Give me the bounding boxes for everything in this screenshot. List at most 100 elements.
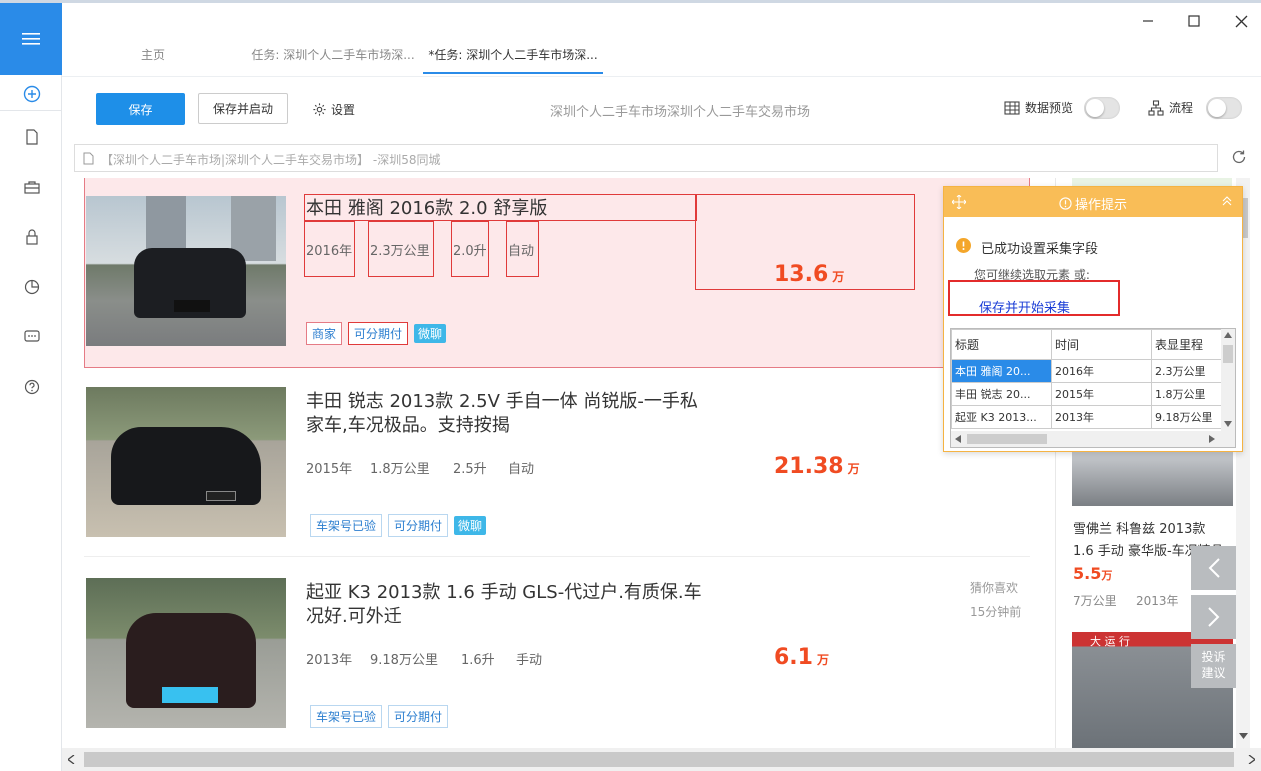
tab-home[interactable]: 主页: [120, 40, 186, 74]
shop-sign-text: 大 运 行: [1090, 635, 1130, 648]
preview-vertical-scrollbar[interactable]: [1221, 329, 1235, 431]
sidebar-item-lock[interactable]: [16, 221, 48, 253]
column-header[interactable]: 表显里程: [1151, 329, 1232, 360]
price-value: 13.6: [774, 262, 829, 287]
listing-price: 6.1 万: [774, 645, 829, 670]
plus-circle-icon: [23, 85, 41, 103]
maximize-icon: [1188, 15, 1200, 27]
listing-title-line2[interactable]: 况好.可外迁: [306, 603, 402, 631]
preview-cell[interactable]: 1.8万公里: [1151, 382, 1232, 406]
tag-installment[interactable]: 可分期付: [348, 322, 409, 345]
complaint-line1: 投诉: [1201, 650, 1226, 664]
new-task-button[interactable]: [16, 78, 48, 110]
close-button[interactable]: [1226, 8, 1256, 34]
license-plate-shape: [206, 491, 236, 501]
lock-icon: [26, 229, 38, 245]
save-button[interactable]: 保存: [96, 93, 185, 125]
collapse-chevron-icon[interactable]: [1222, 196, 1232, 206]
listing-mileage: 9.18万公里: [370, 653, 438, 668]
page-horizontal-scrollbar[interactable]: [62, 748, 1261, 771]
tag-vin-verified[interactable]: 车架号已验: [310, 705, 383, 728]
listing-title[interactable]: 本田 雅阁 2016款 2.0 舒享版: [306, 195, 547, 223]
scroll-down-arrow-icon[interactable]: [1239, 732, 1248, 740]
scroll-right-arrow-icon[interactable]: [1209, 435, 1215, 443]
car-photo-chevrolet[interactable]: [1072, 452, 1233, 506]
refresh-button[interactable]: [1230, 148, 1250, 168]
car-photo-honda[interactable]: [86, 196, 286, 346]
scroll-left-arrow-icon[interactable]: [955, 435, 961, 443]
menu-button[interactable]: [0, 3, 62, 75]
save-and-start-collect-link[interactable]: 保存并开始采集: [979, 297, 1070, 316]
next-arrow-button[interactable]: [1191, 595, 1236, 639]
sidebar-item-briefcase[interactable]: [16, 171, 48, 203]
tab-task-1[interactable]: 任务: 深圳个人二手车市场深...: [248, 40, 418, 74]
preview-cell[interactable]: 9.18万公里: [1151, 405, 1232, 429]
preview-row[interactable]: 本田 雅阁 20... 2016年 2.3万公里: [951, 359, 1232, 383]
listing-tags: 商家 可分期付 微聊: [306, 322, 447, 345]
listing-transmission: 手动: [516, 653, 543, 668]
minimize-button[interactable]: [1133, 8, 1163, 34]
flow-toggle[interactable]: [1206, 97, 1242, 119]
car-photo-kia[interactable]: [86, 578, 286, 728]
data-preview-toggle[interactable]: [1084, 97, 1120, 119]
tab-task-2-active[interactable]: *任务: 深圳个人二手车市场深...: [423, 40, 603, 74]
listing-title-line2[interactable]: 家车,车况极品。支持按揭: [306, 412, 510, 440]
preview-cell[interactable]: 丰田 锐志 20...: [951, 382, 1052, 406]
preview-horizontal-scrollbar[interactable]: [951, 431, 1235, 447]
scroll-up-arrow-icon[interactable]: [1224, 332, 1232, 338]
car-photo-toyota[interactable]: [86, 387, 286, 537]
wechat-chat-button[interactable]: 微聊: [454, 516, 487, 535]
column-header[interactable]: 标题: [951, 329, 1052, 360]
right-card-title-line1[interactable]: 雪佛兰 科鲁兹 2013款: [1073, 518, 1233, 537]
price-value: 21.38: [774, 454, 844, 479]
guess-you-like-label[interactable]: 猜你喜欢: [970, 579, 1018, 596]
tag-vin-verified[interactable]: 车架号已验: [310, 514, 383, 537]
preview-row[interactable]: 起亚 K3 2013... 2013年 9.18万公里: [951, 405, 1232, 429]
preview-cell[interactable]: 2.3万公里: [1151, 359, 1232, 383]
flowchart-icon: [1148, 99, 1164, 116]
tag-installment[interactable]: 可分期付: [388, 705, 449, 728]
prev-arrow-button[interactable]: [1191, 546, 1236, 590]
license-plate-shape: [162, 687, 218, 703]
hint-title-group: 操作提示: [944, 194, 1242, 213]
tag-merchant[interactable]: 商家: [306, 322, 343, 345]
wechat-chat-button[interactable]: 微聊: [414, 324, 447, 343]
scrollbar-thumb[interactable]: [967, 434, 1047, 444]
data-preview-label: 数据预览: [1025, 101, 1074, 115]
preview-cell[interactable]: 本田 雅阁 20...: [951, 359, 1052, 383]
preview-cell[interactable]: 2016年: [1051, 359, 1152, 383]
flow-label: 流程: [1169, 101, 1194, 115]
maximize-button[interactable]: [1179, 8, 1209, 34]
save-and-start-button[interactable]: 保存并启动: [198, 93, 288, 124]
sidebar-item-help[interactable]: [16, 371, 48, 403]
scroll-down-arrow-icon[interactable]: [1224, 421, 1232, 427]
hint-success-text: 已成功设置采集字段: [981, 242, 1099, 257]
scrollbar-thumb[interactable]: [1223, 345, 1233, 363]
sidebar-item-documents[interactable]: [16, 121, 48, 153]
price-value: 6.1: [774, 645, 813, 670]
preview-row[interactable]: 丰田 锐志 20... 2015年 1.8万公里: [951, 382, 1232, 406]
scroll-left-arrow-icon[interactable]: [68, 755, 75, 764]
operation-hint-panel: 操作提示 已成功设置采集字段 您可继续选取元素 或: 保存并开始采集 标题 时间…: [943, 186, 1243, 452]
listing-mileage: 2.3万公里: [370, 244, 430, 259]
scroll-right-arrow-icon[interactable]: [1248, 755, 1255, 764]
settings-button[interactable]: 设置: [312, 99, 355, 119]
listing-engine: 1.6升: [461, 653, 495, 668]
complaint-button[interactable]: 投诉 建议: [1191, 644, 1236, 688]
address-bar[interactable]: 【深圳个人二手车市场|深圳个人二手车交易市场】 -深圳58同城: [74, 144, 1218, 172]
preview-cell[interactable]: 2015年: [1051, 382, 1152, 406]
help-icon: [24, 379, 40, 395]
task-title: 深圳个人二手车市场深圳个人二手车交易市场: [549, 105, 810, 120]
sidebar-item-messages[interactable]: [16, 321, 48, 353]
preview-cell[interactable]: 2013年: [1051, 405, 1152, 429]
column-header[interactable]: 时间: [1051, 329, 1152, 360]
page-icon: [83, 152, 94, 165]
hint-header[interactable]: 操作提示: [944, 187, 1242, 217]
scrollbar-thumb[interactable]: [84, 752, 1234, 767]
sidebar-item-statistics[interactable]: [16, 271, 48, 303]
preview-cell[interactable]: 起亚 K3 2013...: [951, 405, 1052, 429]
right-card-year: 2013年: [1136, 594, 1179, 608]
table-icon: [1004, 100, 1020, 115]
tag-installment[interactable]: 可分期付: [388, 514, 449, 537]
price-unit: 万: [832, 270, 845, 284]
